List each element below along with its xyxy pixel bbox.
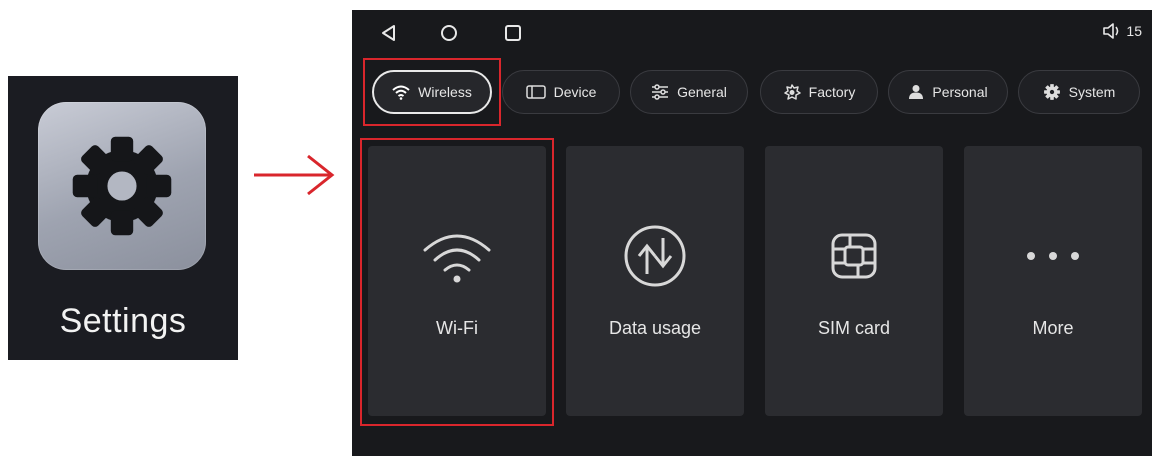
gear-icon	[38, 102, 206, 270]
volume-indicator[interactable]: 15	[1102, 22, 1142, 40]
tile-more[interactable]: More	[964, 146, 1142, 416]
tab-label: Factory	[808, 84, 856, 100]
factory-icon	[783, 84, 801, 100]
tab-label: Personal	[932, 84, 988, 100]
settings-app-tile[interactable]: Settings	[8, 76, 238, 360]
arrow-right-icon	[254, 154, 335, 196]
device-icon	[525, 85, 546, 99]
highlight-box-wifi-tile	[360, 138, 554, 426]
tab-label: General	[677, 84, 727, 100]
person-icon	[909, 85, 924, 99]
tab-factory[interactable]: Factory	[760, 70, 878, 114]
home-icon[interactable]	[436, 20, 462, 46]
tile-label: More	[1032, 318, 1074, 338]
system-gear-icon	[1043, 84, 1060, 100]
tile-label: SIM card	[817, 318, 891, 338]
tab-system[interactable]: System	[1018, 70, 1140, 114]
back-icon[interactable]	[376, 20, 402, 46]
status-bar: 15	[352, 10, 1152, 58]
recents-icon[interactable]	[500, 20, 526, 46]
sliders-icon	[652, 84, 669, 100]
tab-device[interactable]: Device	[502, 70, 620, 114]
tab-label: Device	[553, 84, 597, 100]
tile-label: Data usage	[608, 318, 702, 338]
tab-personal[interactable]: Personal	[888, 70, 1008, 114]
tile-sim-card[interactable]: SIM card	[765, 146, 943, 416]
highlight-box-wireless-tab	[363, 58, 501, 126]
app-label: Settings	[59, 302, 187, 340]
volume-icon	[1103, 23, 1119, 39]
data-usage-icon	[566, 224, 744, 288]
volume-value: 15	[1126, 23, 1142, 39]
sim-card-icon	[765, 224, 943, 288]
tile-data-usage[interactable]: Data usage	[566, 146, 744, 416]
tab-label: System	[1068, 84, 1116, 100]
device-screen: 15 Wireless Device General Factory Perso…	[352, 10, 1152, 456]
more-dots-icon	[964, 224, 1142, 288]
tab-general[interactable]: General	[630, 70, 748, 114]
